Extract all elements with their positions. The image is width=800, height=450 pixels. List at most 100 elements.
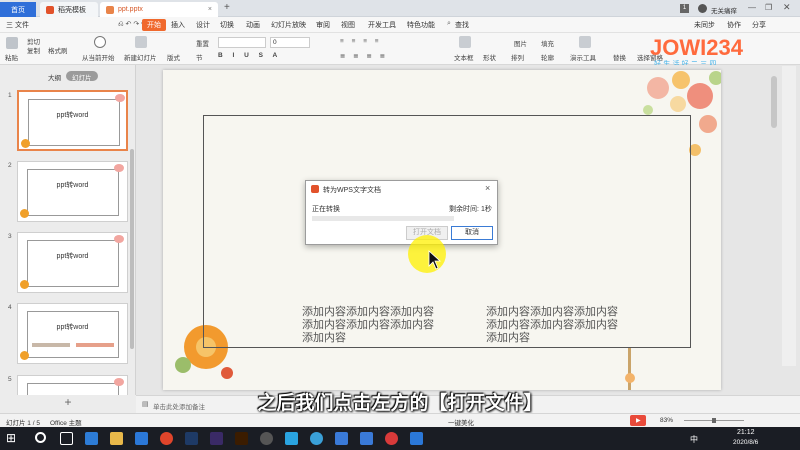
outline-button[interactable]: 轮廓 [541,52,554,62]
new-slide-button[interactable]: 新建幻灯片 [124,52,157,62]
premiere-icon[interactable] [210,432,223,445]
notification-badge[interactable]: 1 [680,4,689,13]
app-icon[interactable] [260,432,273,445]
clock-time: 21:12 [737,429,755,436]
play-from-current-button[interactable]: 从当前开始 [82,52,115,62]
textbox-icon[interactable] [459,36,471,48]
slide-frame [27,240,119,287]
collab-button[interactable]: 协作 [727,20,741,30]
presentation-tools-button[interactable]: 演示工具 [570,52,596,62]
zoom-level[interactable]: 83% [660,417,673,424]
app-icon[interactable] [360,432,373,445]
format-painter-button[interactable]: 格式刷 [48,45,68,55]
tab-home[interactable]: 首页 [0,2,36,17]
app-icon[interactable] [285,432,298,445]
menu-insert[interactable]: 插入 [171,20,185,30]
textbox-button[interactable]: 文本框 [454,52,474,62]
slide-title: ppt转word [56,324,89,331]
avatar[interactable] [698,4,707,13]
quick-access-icons[interactable]: ⎌ ↶ ↷ ▾ [118,20,145,29]
slide-number: 2 [8,162,12,169]
photoshop-icon[interactable] [185,432,198,445]
copy-button[interactable]: 复制 [27,45,40,55]
task-view-icon[interactable] [60,432,73,445]
play-icon[interactable] [94,36,106,48]
menu-slideshow[interactable]: 幻灯片放映 [271,20,306,30]
zoom-slider-handle[interactable] [712,418,716,423]
close-tab-icon[interactable]: × [208,6,212,13]
slide-counter: 幻灯片 1 / 5 [6,420,40,427]
close-icon[interactable]: × [485,183,490,193]
cancel-button[interactable]: 取消 [451,226,493,240]
illustrator-icon[interactable] [235,432,248,445]
minimize-icon[interactable]: — [748,3,756,12]
fill-button[interactable]: 填充 [541,38,554,48]
menu-file[interactable]: 三 文件 [6,20,29,30]
menu-view[interactable]: 视图 [341,20,355,30]
edge-icon[interactable] [85,432,98,445]
share-button[interactable]: 分享 [752,20,766,30]
replace-button[interactable]: 替换 [613,52,626,62]
layout-button[interactable]: 版式 [167,52,180,62]
text-line: 添加内容添加内容添加内容 [302,318,434,331]
beautify-button[interactable]: 一键美化 [448,417,474,427]
new-slide-icon[interactable] [135,36,147,48]
text-line: 添加内容 [302,331,346,344]
new-tab-button[interactable]: + [224,2,230,13]
slide-number: 5 [8,376,12,383]
reset-button[interactable]: 重置 [196,38,209,48]
panel-scrollbar[interactable] [130,149,134,349]
paste-button[interactable]: 粘贴 [5,52,18,62]
align-buttons[interactable]: ≣ ≣ ≣ ≣ [340,52,388,60]
font-size-input[interactable]: 0 [270,37,310,48]
menu-review[interactable]: 审阅 [316,20,330,30]
font-style-buttons[interactable]: B I U S A [218,52,281,59]
menu-design[interactable]: 设计 [196,20,210,30]
tab-template[interactable]: 稻壳模板 [40,2,98,17]
shape-button[interactable]: 形状 [483,52,496,62]
arrange-button[interactable]: 排列 [511,52,524,62]
menu-search[interactable]: 查找 [455,20,469,30]
tab-document[interactable]: ppt.pptx × [100,2,218,17]
menu-start[interactable]: 开始 [142,19,166,31]
sync-status[interactable]: 未同步 [694,20,715,30]
text-line: 添加内容添加内容添加内容 [302,305,434,318]
menu-developer[interactable]: 开发工具 [368,20,396,30]
app-icon[interactable] [410,432,423,445]
slide-frame [27,311,119,358]
menu-animation[interactable]: 动画 [246,20,260,30]
ime-indicator[interactable]: 中 [690,434,698,445]
tab-outline[interactable]: 大纲 [42,71,67,82]
paste-icon[interactable] [6,37,18,49]
recorder-icon[interactable] [385,432,398,445]
search-icon[interactable]: ⌕ [447,20,451,28]
slide-thumbnail-4[interactable]: ppt转word [17,303,128,364]
chrome-icon[interactable] [160,432,173,445]
jowi-logo: JOWI234 好 生 活 好 二 三 四 [650,35,744,68]
slide-thumbnail-2[interactable]: ppt转word [17,161,128,222]
maximize-icon[interactable]: ❐ [765,3,772,12]
file-explorer-icon[interactable] [110,432,123,445]
canvas-scrollbar[interactable] [771,76,777,128]
image-button[interactable]: 图片 [514,38,527,48]
windows-start-icon[interactable]: ⊞ [6,432,16,444]
text-placeholder-bar [76,343,114,347]
app-icon[interactable] [335,432,348,445]
menu-special[interactable]: 特色功能 [407,20,435,30]
tab-slides[interactable]: 幻灯片 [66,71,98,82]
flower-decoration [114,164,124,172]
store-icon[interactable] [135,432,148,445]
slide-thumbnail-1[interactable]: ppt转word [17,90,128,151]
windows-taskbar: ⊞ 中 21:12 2020/8/6 [0,427,800,450]
menu-transition[interactable]: 切换 [220,20,234,30]
slide-frame [27,169,119,216]
paragraph-buttons[interactable]: ≡ ≡ ≡ ≡ [340,38,382,45]
section-button[interactable]: 节 [196,52,203,62]
app-icon[interactable] [310,432,323,445]
convert-dialog: 转为WPS文字文档 × 正在转换 剩余时间: 1秒 打开文档 取消 [305,180,498,245]
font-name-input[interactable] [218,37,266,48]
presentation-tools-icon[interactable] [579,36,591,48]
search-icon[interactable] [35,432,46,443]
slide-thumbnail-3[interactable]: ppt转word [17,232,128,293]
close-window-icon[interactable]: ✕ [783,2,791,13]
